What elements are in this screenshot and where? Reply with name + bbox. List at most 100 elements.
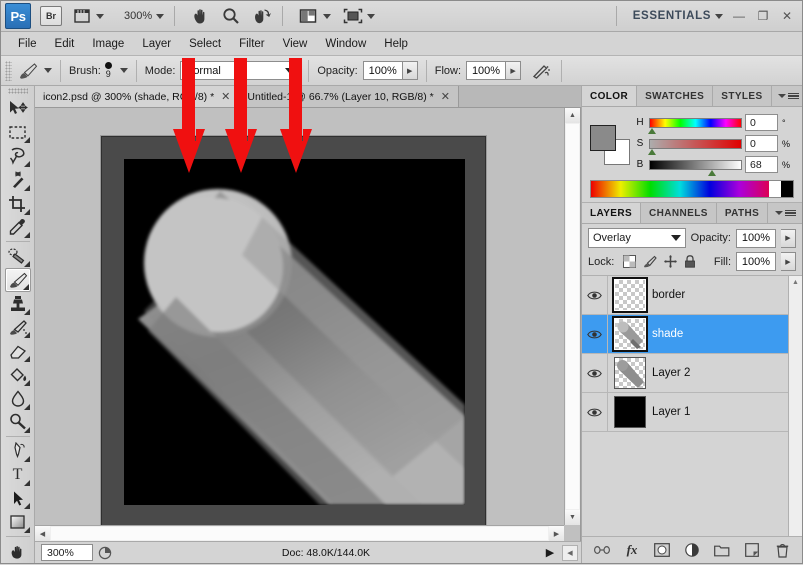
brightness-slider-thumb[interactable] xyxy=(708,169,716,176)
spectrum-gradient[interactable] xyxy=(591,181,769,197)
tab-layers[interactable]: LAYERS xyxy=(582,203,642,223)
foreground-background-swatches[interactable] xyxy=(590,124,630,165)
shape-tool[interactable] xyxy=(5,510,31,534)
layer-name[interactable]: Layer 2 xyxy=(652,367,690,379)
menu-window[interactable]: Window xyxy=(316,35,375,53)
hue-input[interactable]: 0 xyxy=(745,114,778,131)
layer-visibility-toggle[interactable] xyxy=(582,315,608,353)
table-row[interactable]: Layer 1 xyxy=(582,393,802,432)
scroll-down-arrow-icon[interactable]: ▼ xyxy=(565,510,580,525)
clone-stamp-tool[interactable] xyxy=(5,292,31,316)
layer-visibility-toggle[interactable] xyxy=(582,393,608,431)
tab-paths[interactable]: PATHS xyxy=(716,203,769,223)
view-extras-button[interactable] xyxy=(71,4,107,28)
zoom-tool-button[interactable] xyxy=(219,4,243,28)
blend-mode-select[interactable]: Normal xyxy=(180,61,301,80)
layer-list[interactable]: border shade Layer 2 Layer 1 ▲ xyxy=(582,276,802,537)
close-icon[interactable]: ✕ xyxy=(221,90,230,103)
scroll-right-arrow-icon[interactable]: ▶ xyxy=(549,526,564,541)
brightness-slider-track[interactable] xyxy=(649,159,742,176)
maximize-button[interactable]: ❐ xyxy=(752,6,774,26)
screen-mode-button[interactable] xyxy=(340,4,378,28)
menu-select[interactable]: Select xyxy=(180,35,230,53)
menu-image[interactable]: Image xyxy=(83,35,133,53)
menu-view[interactable]: View xyxy=(274,35,317,53)
saturation-input[interactable]: 0 xyxy=(745,135,778,152)
document-preview-icon[interactable] xyxy=(96,544,114,562)
close-icon[interactable]: ✕ xyxy=(441,90,450,103)
lock-position-icon[interactable] xyxy=(664,255,678,268)
canvas-vertical-scrollbar[interactable]: ▲ ▼ xyxy=(564,108,580,525)
hand-tool[interactable] xyxy=(5,539,31,563)
menu-layer[interactable]: Layer xyxy=(133,35,180,53)
adjustment-icon[interactable] xyxy=(684,542,700,558)
tab-channels[interactable]: CHANNELS xyxy=(641,203,717,223)
rectangular-marquee-tool[interactable] xyxy=(5,121,31,145)
options-bar-grip[interactable] xyxy=(5,60,12,81)
layer-name[interactable]: border xyxy=(652,289,685,301)
layer-list-scrollbar[interactable]: ▲ xyxy=(788,276,802,536)
foreground-color-swatch[interactable] xyxy=(590,124,616,151)
eyedropper-tool[interactable] xyxy=(5,216,31,240)
group-icon[interactable] xyxy=(714,542,730,558)
workspace-switcher[interactable]: ESSENTIALS xyxy=(630,4,726,28)
tab-styles[interactable]: STYLES xyxy=(713,86,772,106)
saturation-slider-track[interactable] xyxy=(648,138,742,155)
menu-filter[interactable]: Filter xyxy=(230,35,274,53)
brush-size-preview[interactable]: 9 xyxy=(104,62,112,79)
current-tool-preview[interactable] xyxy=(16,60,40,82)
spectrum-white-swatch[interactable] xyxy=(769,181,781,197)
layer-opacity-stepper[interactable]: ▶ xyxy=(781,228,796,248)
hue-slider-thumb[interactable] xyxy=(648,127,656,134)
rotate-view-tool-button[interactable] xyxy=(249,4,275,28)
layer-thumbnail[interactable] xyxy=(614,396,646,428)
fill-stepper[interactable]: ▶ xyxy=(781,252,796,271)
table-row[interactable]: border xyxy=(582,276,802,315)
crop-tool[interactable] xyxy=(5,192,31,216)
saturation-slider-thumb[interactable] xyxy=(648,148,656,155)
fill-input[interactable]: 100% xyxy=(736,252,776,271)
launch-bridge-button[interactable]: Br xyxy=(37,4,65,28)
layer-thumbnail[interactable] xyxy=(612,316,648,352)
document-tab-untitled1[interactable]: Untitled-1 @ 66.7% (Layer 10, RGB/8) * ✕ xyxy=(239,86,459,107)
lasso-tool[interactable] xyxy=(5,144,31,168)
close-button[interactable]: ✕ xyxy=(776,6,798,26)
scroll-up-arrow-icon[interactable]: ▲ xyxy=(565,108,580,123)
minimize-button[interactable]: — xyxy=(728,6,750,26)
hand-tool-button[interactable] xyxy=(188,4,213,28)
opacity-stepper[interactable]: ▶ xyxy=(402,61,418,80)
lock-image-icon[interactable] xyxy=(643,255,658,268)
brush-tool[interactable] xyxy=(4,268,31,292)
fx-icon[interactable]: fx xyxy=(624,542,640,558)
vertical-scroll-thumb[interactable] xyxy=(566,124,579,509)
tools-panel-grip[interactable] xyxy=(7,88,28,94)
link-icon[interactable] xyxy=(594,542,610,558)
color-spectrum-ramp[interactable] xyxy=(590,180,794,198)
zoom-level-display[interactable]: 300% xyxy=(113,4,167,28)
spectrum-black-swatch[interactable] xyxy=(781,181,793,197)
layer-blend-mode-select[interactable]: Overlay xyxy=(588,228,686,248)
color-panel-menu-icon[interactable] xyxy=(772,86,803,106)
brush-preset-chevron-icon[interactable] xyxy=(44,68,52,73)
gradient-tool[interactable] xyxy=(5,363,31,387)
layer-thumbnail[interactable] xyxy=(614,357,646,389)
type-tool[interactable]: T xyxy=(5,463,31,487)
mask-icon[interactable] xyxy=(654,542,670,558)
history-brush-tool[interactable] xyxy=(5,316,31,340)
brush-size-chevron-icon[interactable] xyxy=(119,68,128,73)
path-selection-tool[interactable] xyxy=(5,487,31,511)
status-scroll-left-icon[interactable]: ◀ xyxy=(562,544,578,561)
layers-panel-menu-icon[interactable] xyxy=(769,203,802,223)
airbrush-toggle[interactable] xyxy=(529,60,553,82)
dodge-tool[interactable] xyxy=(5,411,31,435)
menu-help[interactable]: Help xyxy=(375,35,417,53)
eraser-tool[interactable] xyxy=(5,339,31,363)
pen-tool[interactable] xyxy=(5,439,31,463)
layer-opacity-input[interactable]: 100% xyxy=(736,228,776,248)
layer-name[interactable]: shade xyxy=(652,328,683,340)
zoom-percentage-input[interactable]: 300% xyxy=(41,544,93,561)
menu-file[interactable]: File xyxy=(9,35,46,53)
move-tool[interactable] xyxy=(5,97,31,121)
horizontal-scroll-thumb[interactable] xyxy=(51,527,548,540)
canvas-area[interactable]: ▲ ▼ ◀ ▶ xyxy=(35,108,581,541)
